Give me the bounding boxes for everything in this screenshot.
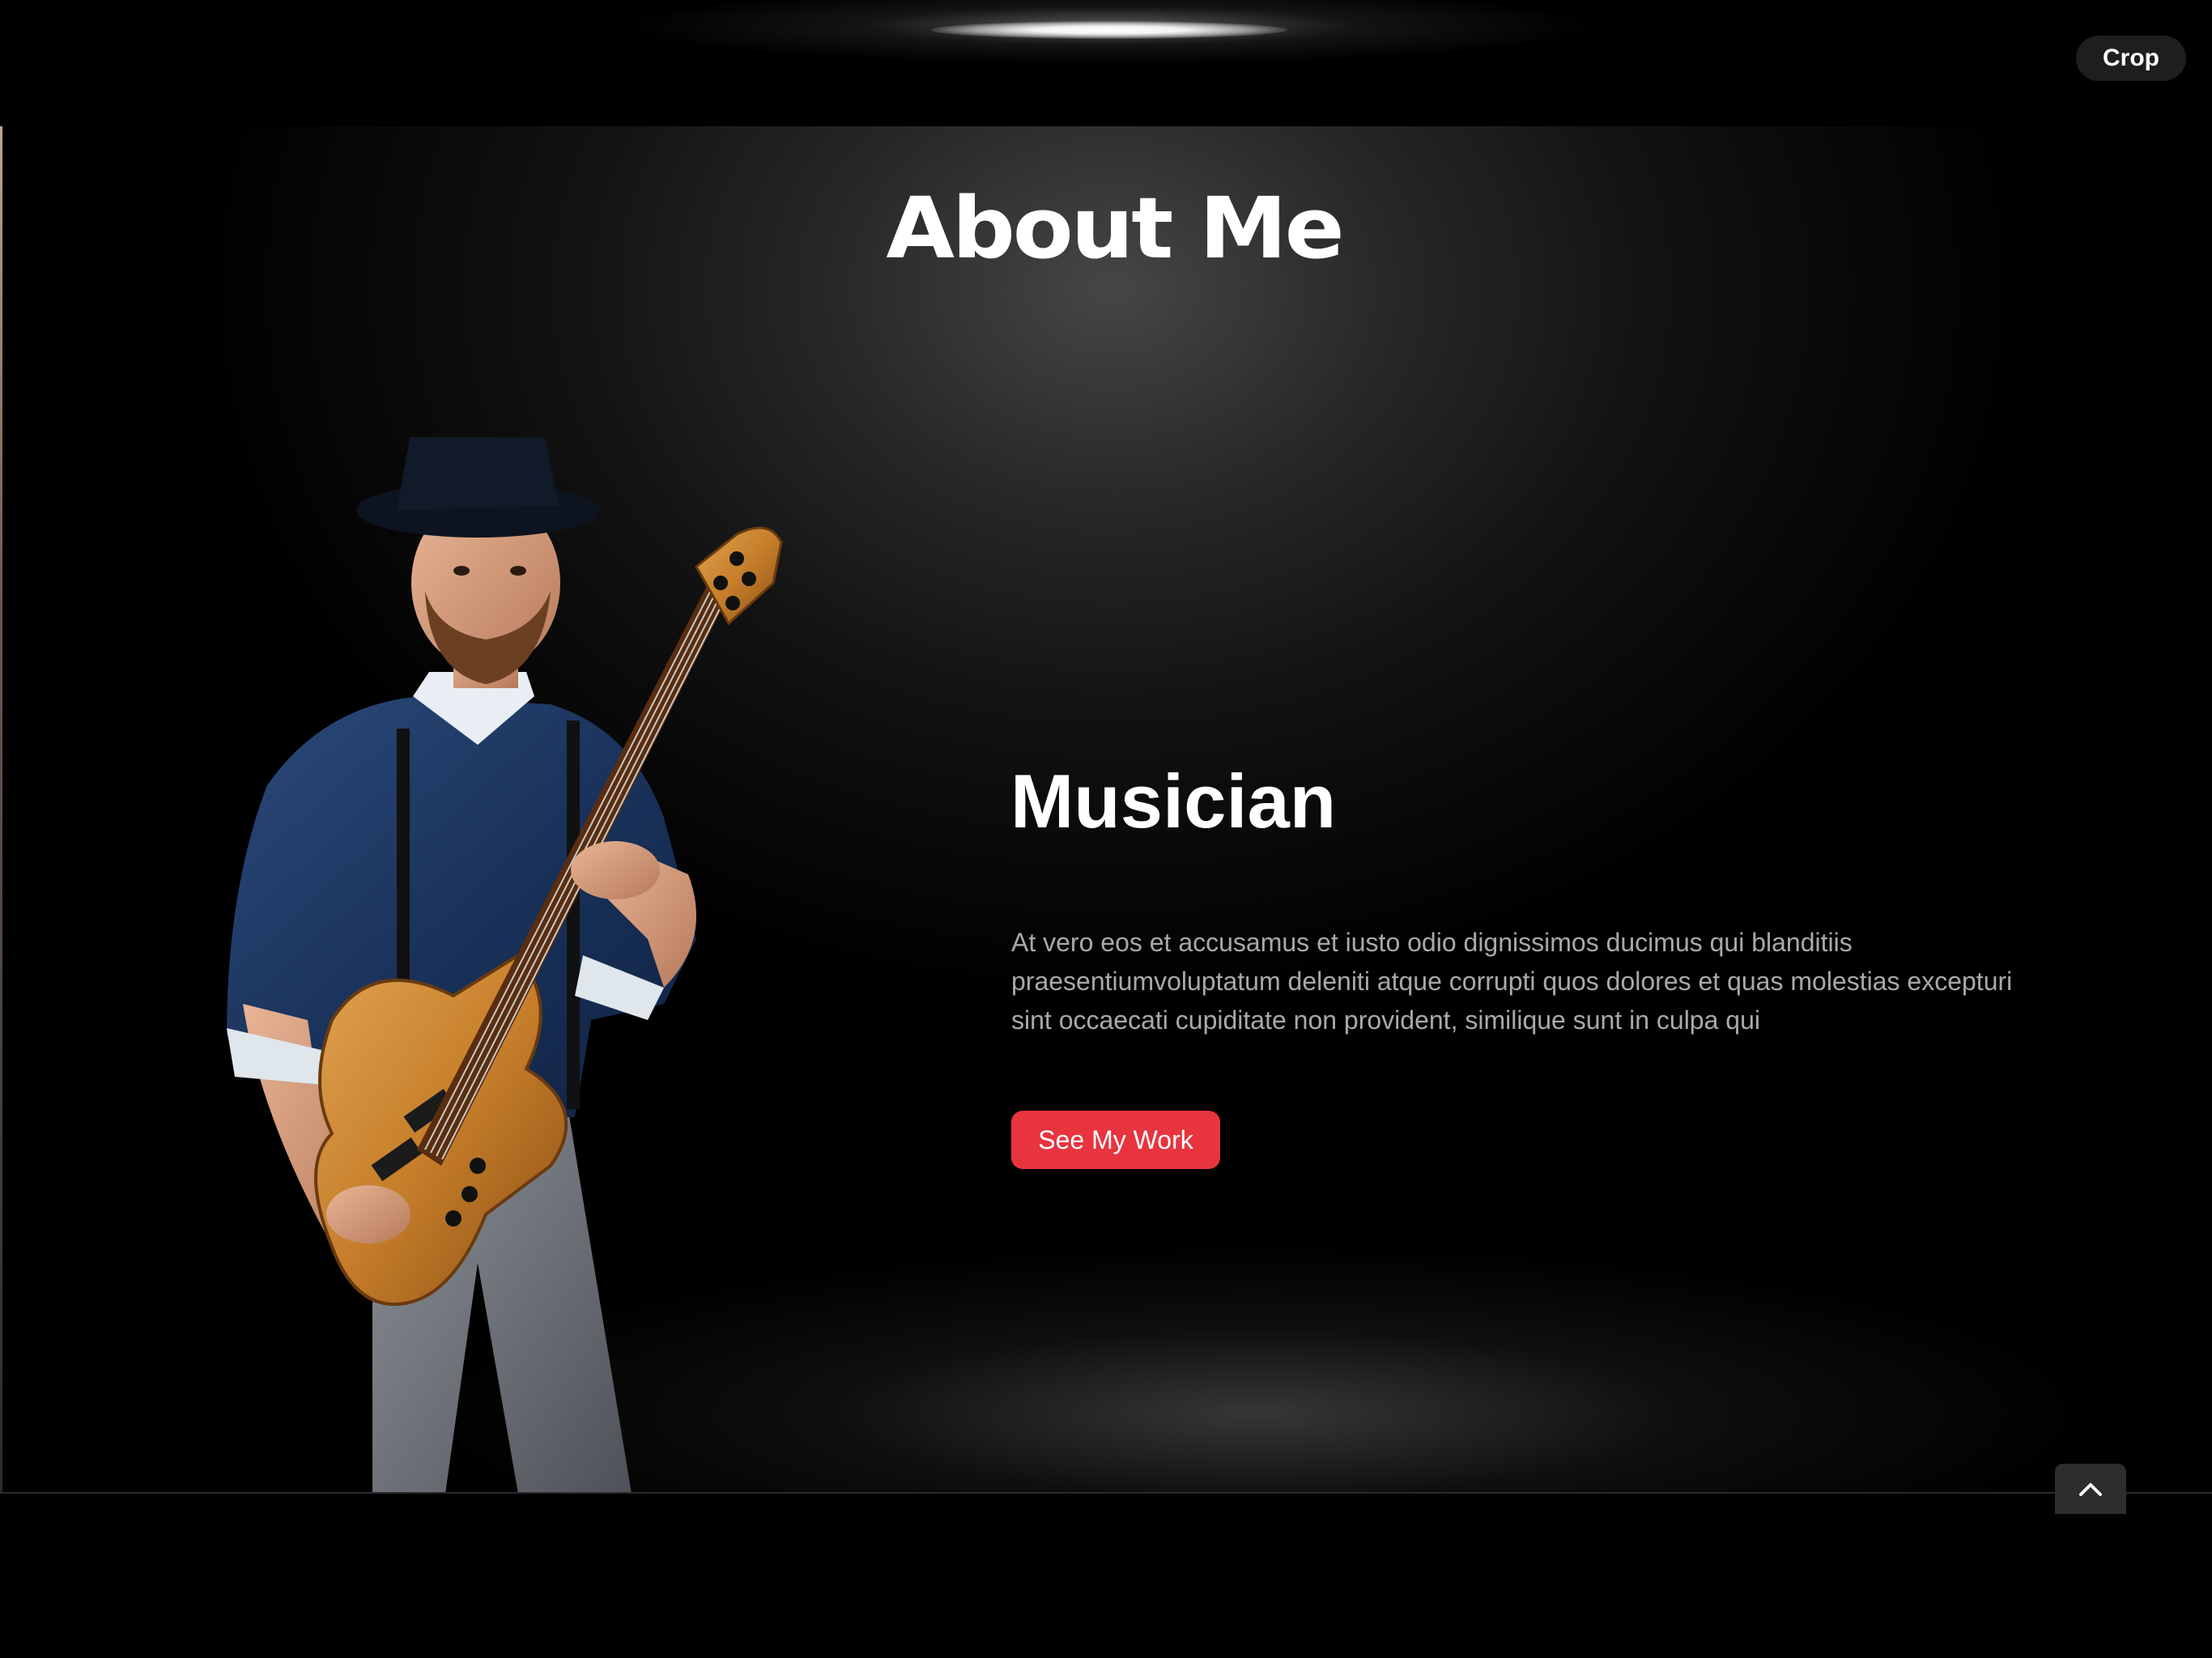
musician-photo: [227, 437, 783, 1494]
about-page: Crop About Me Musician At vero eos et ac…: [0, 0, 2212, 1658]
see-my-work-button[interactable]: See My Work: [1011, 1111, 1220, 1169]
bio-paragraph: At vero eos et accusamus et iusto odio d…: [1011, 928, 2013, 1035]
page-title: About Me: [886, 179, 1344, 278]
crop-button[interactable]: Crop: [2076, 36, 2186, 81]
chevron-up-icon: [2079, 1483, 2102, 1496]
spotlight-lamp: [931, 21, 1287, 39]
page-footer-area: [0, 1492, 2212, 1658]
role-heading: Musician: [1010, 759, 1337, 844]
stage-divider: [0, 1492, 2212, 1494]
scroll-top-button[interactable]: [2055, 1464, 2126, 1514]
